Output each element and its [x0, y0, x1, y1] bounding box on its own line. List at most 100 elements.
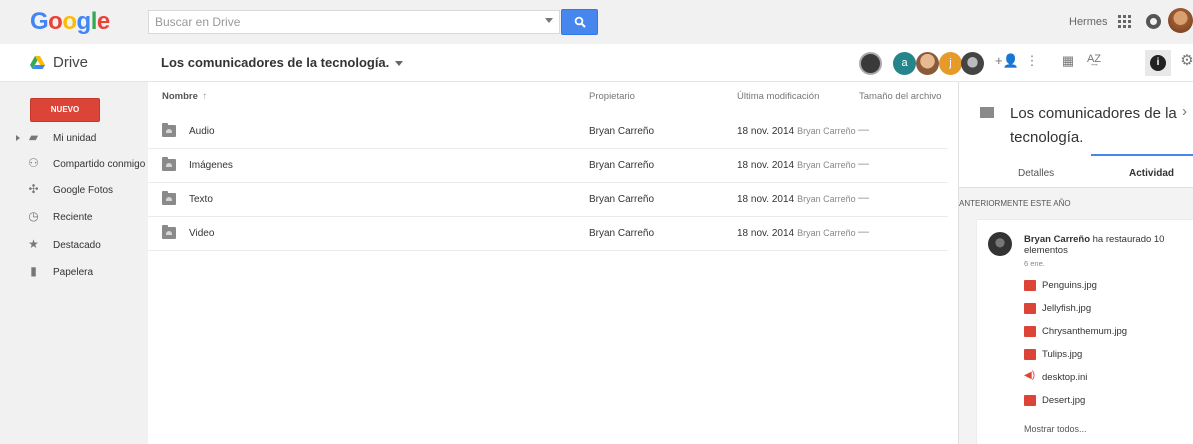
top-bar: Google Buscar en Drive Hermes [0, 0, 1193, 44]
file-name: Video [189, 228, 215, 239]
collaborator-avatar[interactable] [859, 52, 882, 75]
chevron-down-icon [395, 61, 404, 67]
activity-file-name: Penguins.jpg [1042, 280, 1097, 291]
shared-folder-icon [162, 157, 176, 171]
collaborator-avatar[interactable] [916, 52, 939, 75]
search-button[interactable] [561, 9, 598, 35]
activity-file-name: Jellyfish.jpg [1042, 303, 1092, 314]
more-options-icon[interactable]: ⋮ [1022, 53, 1042, 69]
sort-arrow-icon: ↑ [202, 91, 208, 102]
trash-icon: ▮ [30, 264, 37, 278]
sort-az-icon[interactable]: A͢Z [1084, 53, 1104, 65]
details-header: Los comunicadores de la tecnología. › [959, 82, 1193, 154]
table-row[interactable]: Imágenes Bryan Carreño 18 nov. 2014 Bryan… [148, 149, 948, 183]
file-name: Audio [189, 126, 215, 137]
file-modified: 18 nov. 2014 Bryan Carreño [737, 228, 856, 239]
search-icon [574, 16, 586, 28]
sidebar-item-photos[interactable]: ✣ Google Fotos [0, 180, 148, 202]
settings-icon[interactable]: ⚙ [1177, 51, 1193, 69]
sidebar-item-trash[interactable]: ▮ Papelera [0, 262, 148, 284]
file-owner: Bryan Carreño [589, 160, 655, 171]
table-row[interactable]: Texto Bryan Carreño 18 nov. 2014 Bryan Ca… [148, 183, 948, 217]
activity-user: Bryan Carreño [1024, 234, 1090, 245]
close-panel-icon[interactable]: › [1182, 103, 1187, 120]
tab-activity[interactable]: Actividad [1129, 168, 1174, 179]
file-size: — [858, 192, 869, 204]
active-tab-indicator [1091, 154, 1193, 156]
grid-view-icon[interactable]: ▦ [1058, 53, 1078, 69]
activity-section-heading: ANTERIORMENTE ESTE AÑO [959, 199, 1071, 208]
audio-file-icon: ◀) [1024, 370, 1036, 381]
apps-grid-icon[interactable] [1118, 15, 1131, 28]
account-avatar[interactable] [1168, 8, 1193, 33]
file-size: — [858, 226, 869, 238]
search-options-icon[interactable] [545, 18, 553, 23]
folder-title-dropdown[interactable]: Los comunicadores de la tecnología. [161, 55, 404, 70]
shared-icon: ⚇ [28, 156, 39, 170]
shared-folder-icon [980, 107, 994, 118]
sidebar-item-label: Compartido conmigo [53, 159, 146, 170]
clock-icon: ◷ [28, 209, 39, 223]
column-header-owner[interactable]: Propietario [589, 91, 635, 102]
activity-file-name: Tulips.jpg [1042, 349, 1083, 360]
shared-folder-icon [162, 225, 176, 239]
activity-file-name: Chrysanthemum.jpg [1042, 326, 1128, 337]
sidebar-item-label: Reciente [53, 212, 93, 223]
modified-date: 18 nov. 2014 [737, 160, 795, 171]
notifications-icon[interactable] [1146, 14, 1161, 29]
sidebar-item-label: Mi unidad [53, 133, 97, 144]
modified-by: Bryan Carreño [797, 126, 856, 136]
file-owner: Bryan Carreño [589, 126, 655, 137]
folder-title: Los comunicadores de la tecnología. [161, 55, 390, 70]
image-file-icon [1024, 326, 1036, 337]
new-button[interactable]: NUEVO [30, 98, 100, 122]
sidebar-item-starred[interactable]: ★ Destacado [0, 235, 148, 257]
file-name: Texto [189, 194, 213, 205]
column-header-modified[interactable]: Última modificación [737, 91, 819, 102]
show-all-link[interactable]: Mostrar todos... [1024, 424, 1087, 434]
file-size: — [858, 124, 869, 136]
modified-date: 18 nov. 2014 [737, 126, 795, 137]
table-row[interactable]: Video Bryan Carreño 18 nov. 2014 Bryan Ca… [148, 217, 948, 251]
image-file-icon [1024, 303, 1036, 314]
search-placeholder: Buscar en Drive [155, 15, 241, 29]
image-file-icon [1024, 395, 1036, 406]
sidebar-item-recent[interactable]: ◷ Reciente [0, 207, 148, 229]
file-size: — [858, 158, 869, 170]
file-name: Imágenes [189, 160, 233, 171]
modified-by: Bryan Carreño [797, 194, 856, 204]
column-header-size[interactable]: Tamaño del archivo [859, 91, 941, 102]
collaborator-avatar[interactable] [961, 52, 984, 75]
sidebar-item-label: Google Fotos [53, 185, 114, 196]
avatar[interactable] [988, 232, 1012, 256]
star-icon: ★ [28, 237, 39, 251]
sidebar-item-my-drive[interactable]: ▰ Mi unidad [0, 128, 148, 150]
collaborator-avatar[interactable]: j [939, 52, 962, 75]
sidebar-item-label: Destacado [53, 240, 101, 251]
search-input[interactable]: Buscar en Drive [148, 10, 560, 34]
details-tabs: Detalles Actividad [959, 154, 1193, 188]
file-owner: Bryan Carreño [589, 228, 655, 239]
my-drive-icon: ▰ [28, 130, 39, 144]
shared-folder-icon [162, 191, 176, 205]
image-file-icon [1024, 280, 1036, 291]
sidebar: NUEVO ▰ Mi unidad ⚇ Compartido conmigo ✣… [0, 82, 148, 444]
expand-arrow-icon[interactable] [16, 135, 20, 141]
info-icon: i [1150, 55, 1166, 71]
tab-details[interactable]: Detalles [1018, 168, 1054, 179]
activity-file-name: desktop.ini [1042, 372, 1088, 383]
collaborator-avatar[interactable]: a [893, 52, 916, 75]
add-people-icon[interactable]: +👤 [995, 53, 1019, 69]
account-name[interactable]: Hermes [1069, 16, 1108, 28]
image-file-icon [1024, 349, 1036, 360]
sidebar-item-shared[interactable]: ⚇ Compartido conmigo [0, 154, 148, 176]
sidebar-item-label: Papelera [53, 267, 94, 278]
column-header-name[interactable]: Nombre ↑ [162, 91, 207, 102]
drive-label[interactable]: Drive [53, 54, 88, 71]
file-modified: 18 nov. 2014 Bryan Carreño [737, 126, 856, 137]
google-logo[interactable]: Google [30, 8, 110, 36]
activity-card: Bryan Carreño ha restaurado 10 elementos… [977, 220, 1193, 444]
modified-date: 18 nov. 2014 [737, 194, 795, 205]
table-row[interactable]: Audio Bryan Carreño 18 nov. 2014 Bryan Ca… [148, 115, 948, 149]
file-modified: 18 nov. 2014 Bryan Carreño [737, 194, 856, 205]
